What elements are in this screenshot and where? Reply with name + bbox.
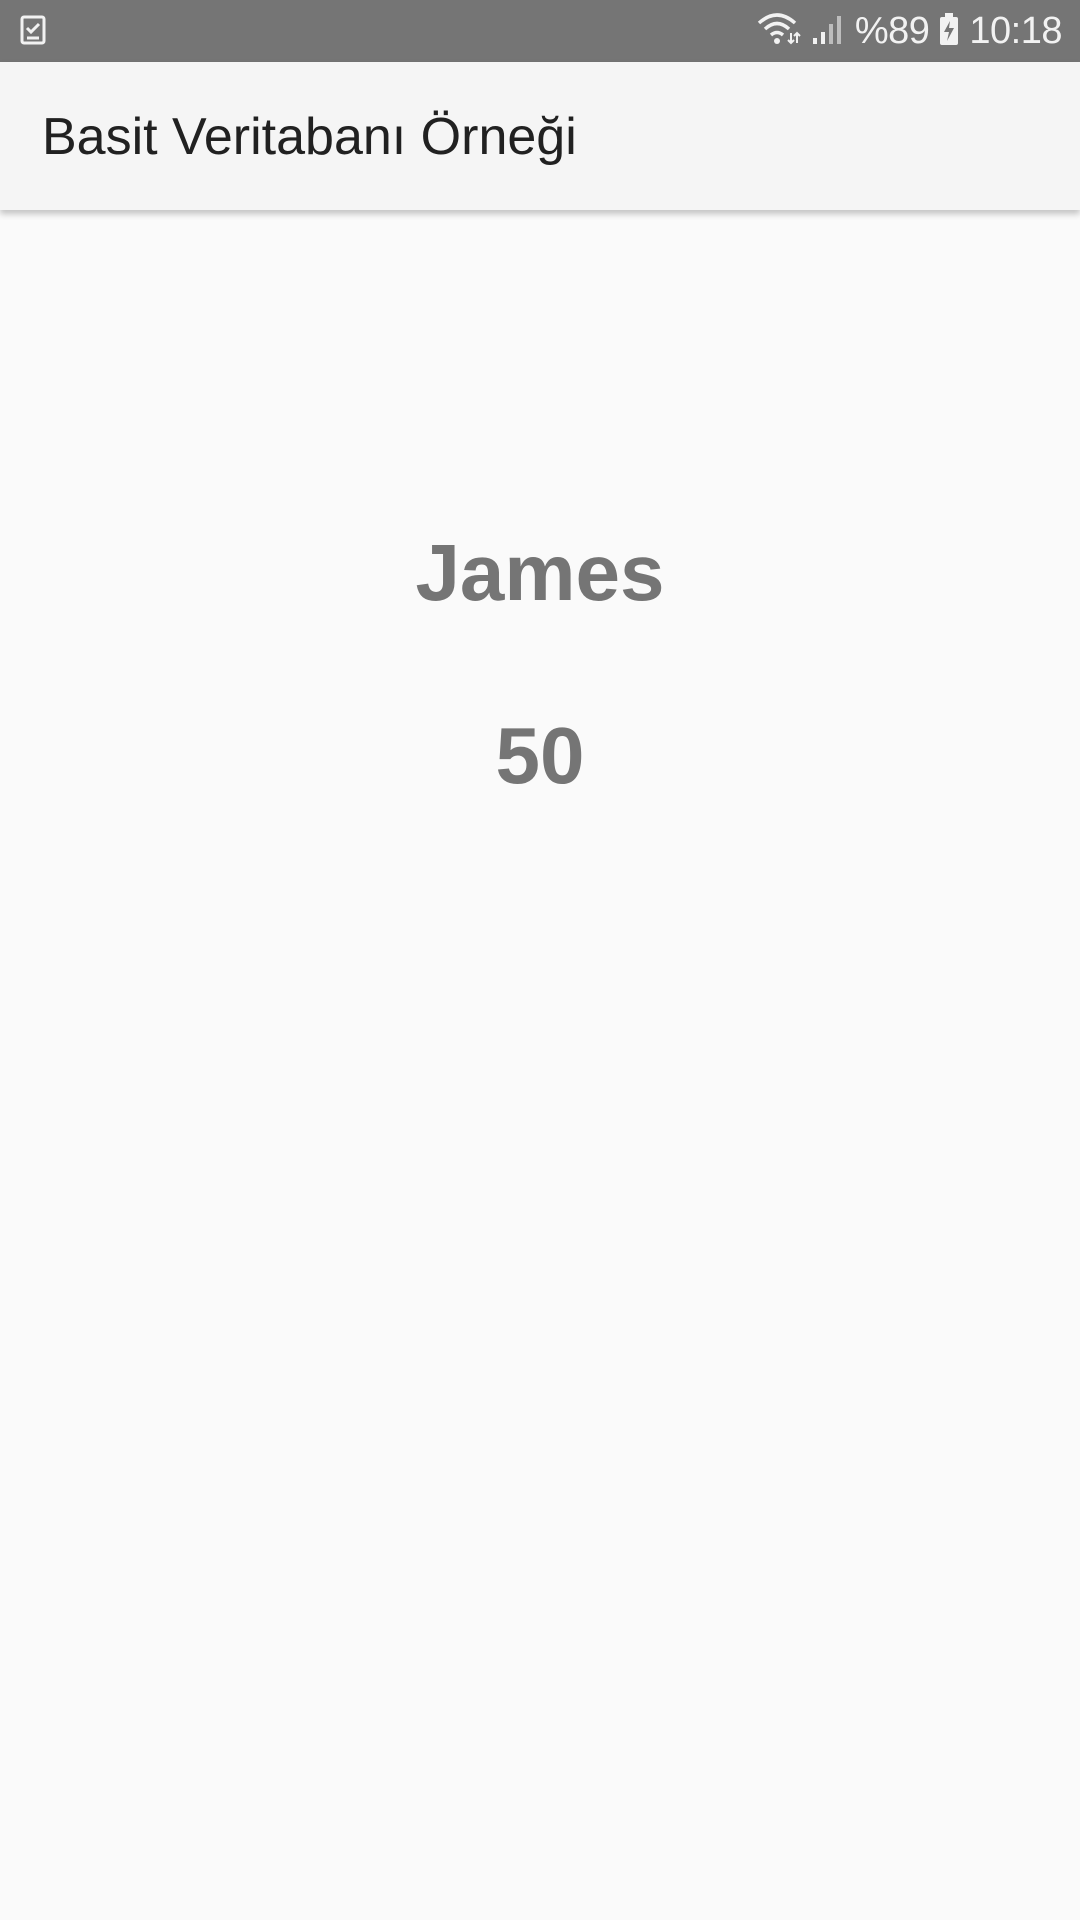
signal-icon [811,12,845,51]
person-name-text: James [415,528,665,617]
wifi-icon [757,11,801,52]
battery-percentage: %89 [854,10,930,52]
page-title: Basit Veritabanı Örneği [42,108,577,166]
status-bar: %89 10:18 [0,0,1080,62]
battery-charging-icon [939,12,959,51]
task-check-icon [20,15,46,45]
person-age-text: 50 [495,711,585,800]
app-bar: Basit Veritabanı Örneği [0,62,1080,210]
main-content: James 50 [0,210,1080,1920]
status-time: 10:18 [969,10,1062,52]
status-right-group: %89 10:18 [757,0,1062,62]
